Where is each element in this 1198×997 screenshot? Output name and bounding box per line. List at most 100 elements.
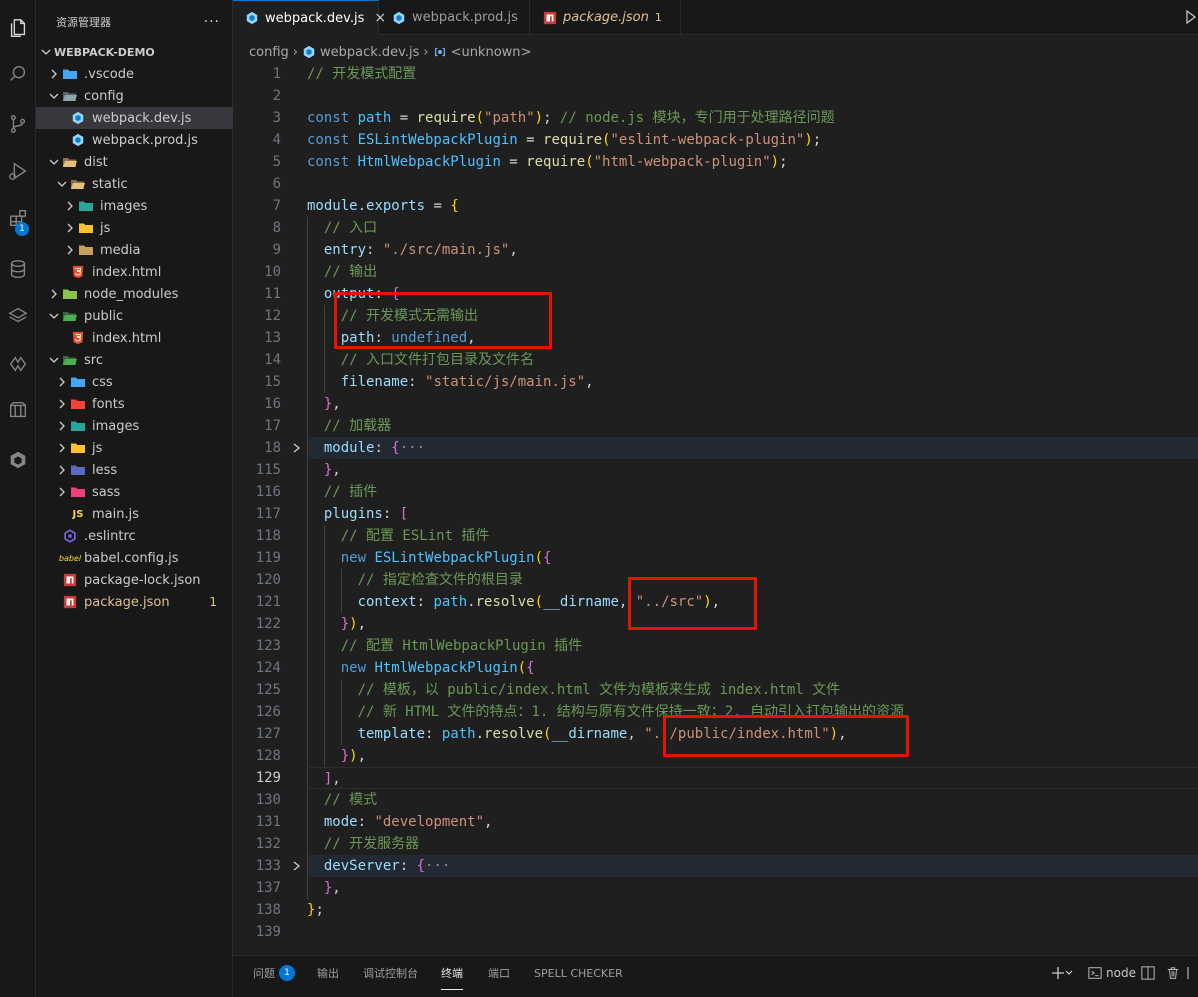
- tab-package-json[interactable]: package.json 1: [531, 0, 681, 35]
- chevron-right-icon[interactable]: [46, 66, 62, 82]
- chevron-right-icon[interactable]: [54, 110, 70, 126]
- tree-item[interactable]: package.json 1: [36, 591, 233, 613]
- code-line[interactable]: ],: [307, 767, 1198, 790]
- tree-item[interactable]: index.html: [36, 261, 233, 283]
- chevron-right-icon[interactable]: [62, 242, 78, 258]
- chevron-down-icon[interactable]: [38, 44, 54, 60]
- code-line[interactable]: entry: "./src/main.js",: [307, 239, 1198, 261]
- code-line[interactable]: // 开发服务器: [307, 833, 1198, 855]
- breadcrumb-item[interactable]: webpack.dev.js: [320, 45, 419, 60]
- chevron-right-icon[interactable]: [54, 418, 70, 434]
- chevron-right-icon[interactable]: [54, 132, 70, 148]
- chevron-right-icon[interactable]: [54, 264, 70, 280]
- tab-webpack-dev-js[interactable]: webpack.dev.js ×: [233, 0, 386, 35]
- code-line[interactable]: },: [307, 393, 1198, 415]
- tree-item[interactable]: dist: [36, 151, 233, 173]
- chevron-right-icon[interactable]: [46, 286, 62, 302]
- fold-chevron-icon[interactable]: [291, 437, 303, 459]
- chevron-right-icon[interactable]: [54, 484, 70, 500]
- code-line[interactable]: module.exports = {: [307, 195, 1198, 217]
- code-line[interactable]: // 入口: [307, 217, 1198, 239]
- tree-item[interactable]: .vscode: [36, 63, 233, 85]
- chevron-down-icon[interactable]: [54, 176, 70, 192]
- activity-run-debug[interactable]: [0, 153, 36, 193]
- tree-item[interactable]: sass: [36, 481, 233, 503]
- tree-item[interactable]: js: [36, 217, 233, 239]
- tree-item[interactable]: js: [36, 437, 233, 459]
- chevron-right-icon[interactable]: [62, 220, 78, 236]
- activity-extensions[interactable]: 1: [0, 200, 36, 240]
- panel-tab[interactable]: 终端: [441, 956, 463, 990]
- tree-item[interactable]: images: [36, 415, 233, 437]
- tree-item[interactable]: package-lock.json: [36, 569, 233, 591]
- code-line[interactable]: // 配置 ESLint 插件: [307, 525, 1198, 547]
- code-line[interactable]: const ESLintWebpackPlugin = require("esl…: [307, 129, 1198, 151]
- tree-item[interactable]: media: [36, 239, 233, 261]
- chevron-right-icon[interactable]: [54, 330, 70, 346]
- tree-item[interactable]: node_modules: [36, 283, 233, 305]
- breadcrumb-item[interactable]: config: [249, 45, 289, 60]
- terminal-node[interactable]: node: [1088, 956, 1136, 990]
- code-line[interactable]: [307, 85, 1198, 107]
- code-line[interactable]: // 开发模式配置: [307, 63, 1198, 85]
- split-editor-icon[interactable]: [1186, 9, 1196, 27]
- chevron-down-icon[interactable]: [46, 88, 62, 104]
- chevron-right-icon[interactable]: [54, 440, 70, 456]
- code-line[interactable]: devServer: {···: [307, 855, 1198, 877]
- code-line[interactable]: new HtmlWebpackPlugin({: [307, 657, 1198, 679]
- chevron-right-icon[interactable]: [46, 528, 62, 544]
- code-line[interactable]: [307, 921, 1198, 943]
- activity-packages[interactable]: [0, 392, 36, 432]
- code-line[interactable]: const path = require("path"); // node.js…: [307, 107, 1198, 129]
- chevron-right-icon[interactable]: [54, 374, 70, 390]
- code-line[interactable]: // 插件: [307, 481, 1198, 503]
- panel-tab[interactable]: 端口: [488, 956, 510, 990]
- code-line[interactable]: // 加载器: [307, 415, 1198, 437]
- code-line[interactable]: },: [307, 877, 1198, 899]
- code-line[interactable]: plugins: [: [307, 503, 1198, 525]
- activity-docker[interactable]: [0, 442, 36, 482]
- tree-item[interactable]: index.html: [36, 327, 233, 349]
- code-line[interactable]: new ESLintWebpackPlugin({: [307, 547, 1198, 569]
- chevron-right-icon[interactable]: [46, 594, 62, 610]
- chevron-down-icon[interactable]: [46, 308, 62, 324]
- tree-item[interactable]: less: [36, 459, 233, 481]
- tree-item[interactable]: WEBPACK-DEMO: [36, 41, 233, 63]
- tree-item[interactable]: fonts: [36, 393, 233, 415]
- code-line[interactable]: mode: "development",: [307, 811, 1198, 833]
- chevron-right-icon[interactable]: [54, 506, 70, 522]
- activity-search[interactable]: [0, 56, 36, 96]
- code-line[interactable]: // 入口文件打包目录及文件名: [307, 349, 1198, 371]
- tree-item[interactable]: babel babel.config.js: [36, 547, 233, 569]
- panel-tab[interactable]: SPELL CHECKER: [534, 956, 623, 990]
- tree-item[interactable]: JS main.js: [36, 503, 233, 525]
- chevron-right-icon[interactable]: [46, 572, 62, 588]
- breadcrumb-item[interactable]: <unknown>: [451, 45, 532, 60]
- chevron-right-icon[interactable]: [54, 396, 70, 412]
- code-line[interactable]: // 模式: [307, 789, 1198, 811]
- split-terminal-icon[interactable]: [1141, 956, 1155, 990]
- code-line[interactable]: const HtmlWebpackPlugin = require("html-…: [307, 151, 1198, 173]
- code-line[interactable]: // 模板，以 public/index.html 文件为模板来生成 index…: [307, 679, 1198, 701]
- activity-source-control[interactable]: [0, 106, 36, 146]
- chevron-right-icon[interactable]: [54, 462, 70, 478]
- tree-item[interactable]: config: [36, 85, 233, 107]
- panel-tab[interactable]: 输出: [317, 956, 339, 990]
- tree-item[interactable]: css: [36, 371, 233, 393]
- panel-tab[interactable]: 调试控制台: [363, 956, 418, 990]
- tree-item[interactable]: public: [36, 305, 233, 327]
- chevron-down-icon[interactable]: [46, 352, 62, 368]
- tree-item[interactable]: src: [36, 349, 233, 371]
- code-line[interactable]: filename: "static/js/main.js",: [307, 371, 1198, 393]
- activity-layers[interactable]: [0, 298, 36, 338]
- chevron-right-icon[interactable]: [62, 198, 78, 214]
- more-actions-icon[interactable]: ···: [204, 14, 220, 30]
- code-line[interactable]: [307, 173, 1198, 195]
- activity-database[interactable]: [0, 251, 36, 291]
- new-terminal-icon[interactable]: [1051, 956, 1073, 990]
- chevron-down-icon[interactable]: [46, 154, 62, 170]
- tab-webpack-prod-js[interactable]: webpack.prod.js: [380, 0, 530, 35]
- tree-item[interactable]: webpack.prod.js: [36, 129, 233, 151]
- activity-explorer[interactable]: [0, 10, 36, 50]
- tree-item[interactable]: static: [36, 173, 233, 195]
